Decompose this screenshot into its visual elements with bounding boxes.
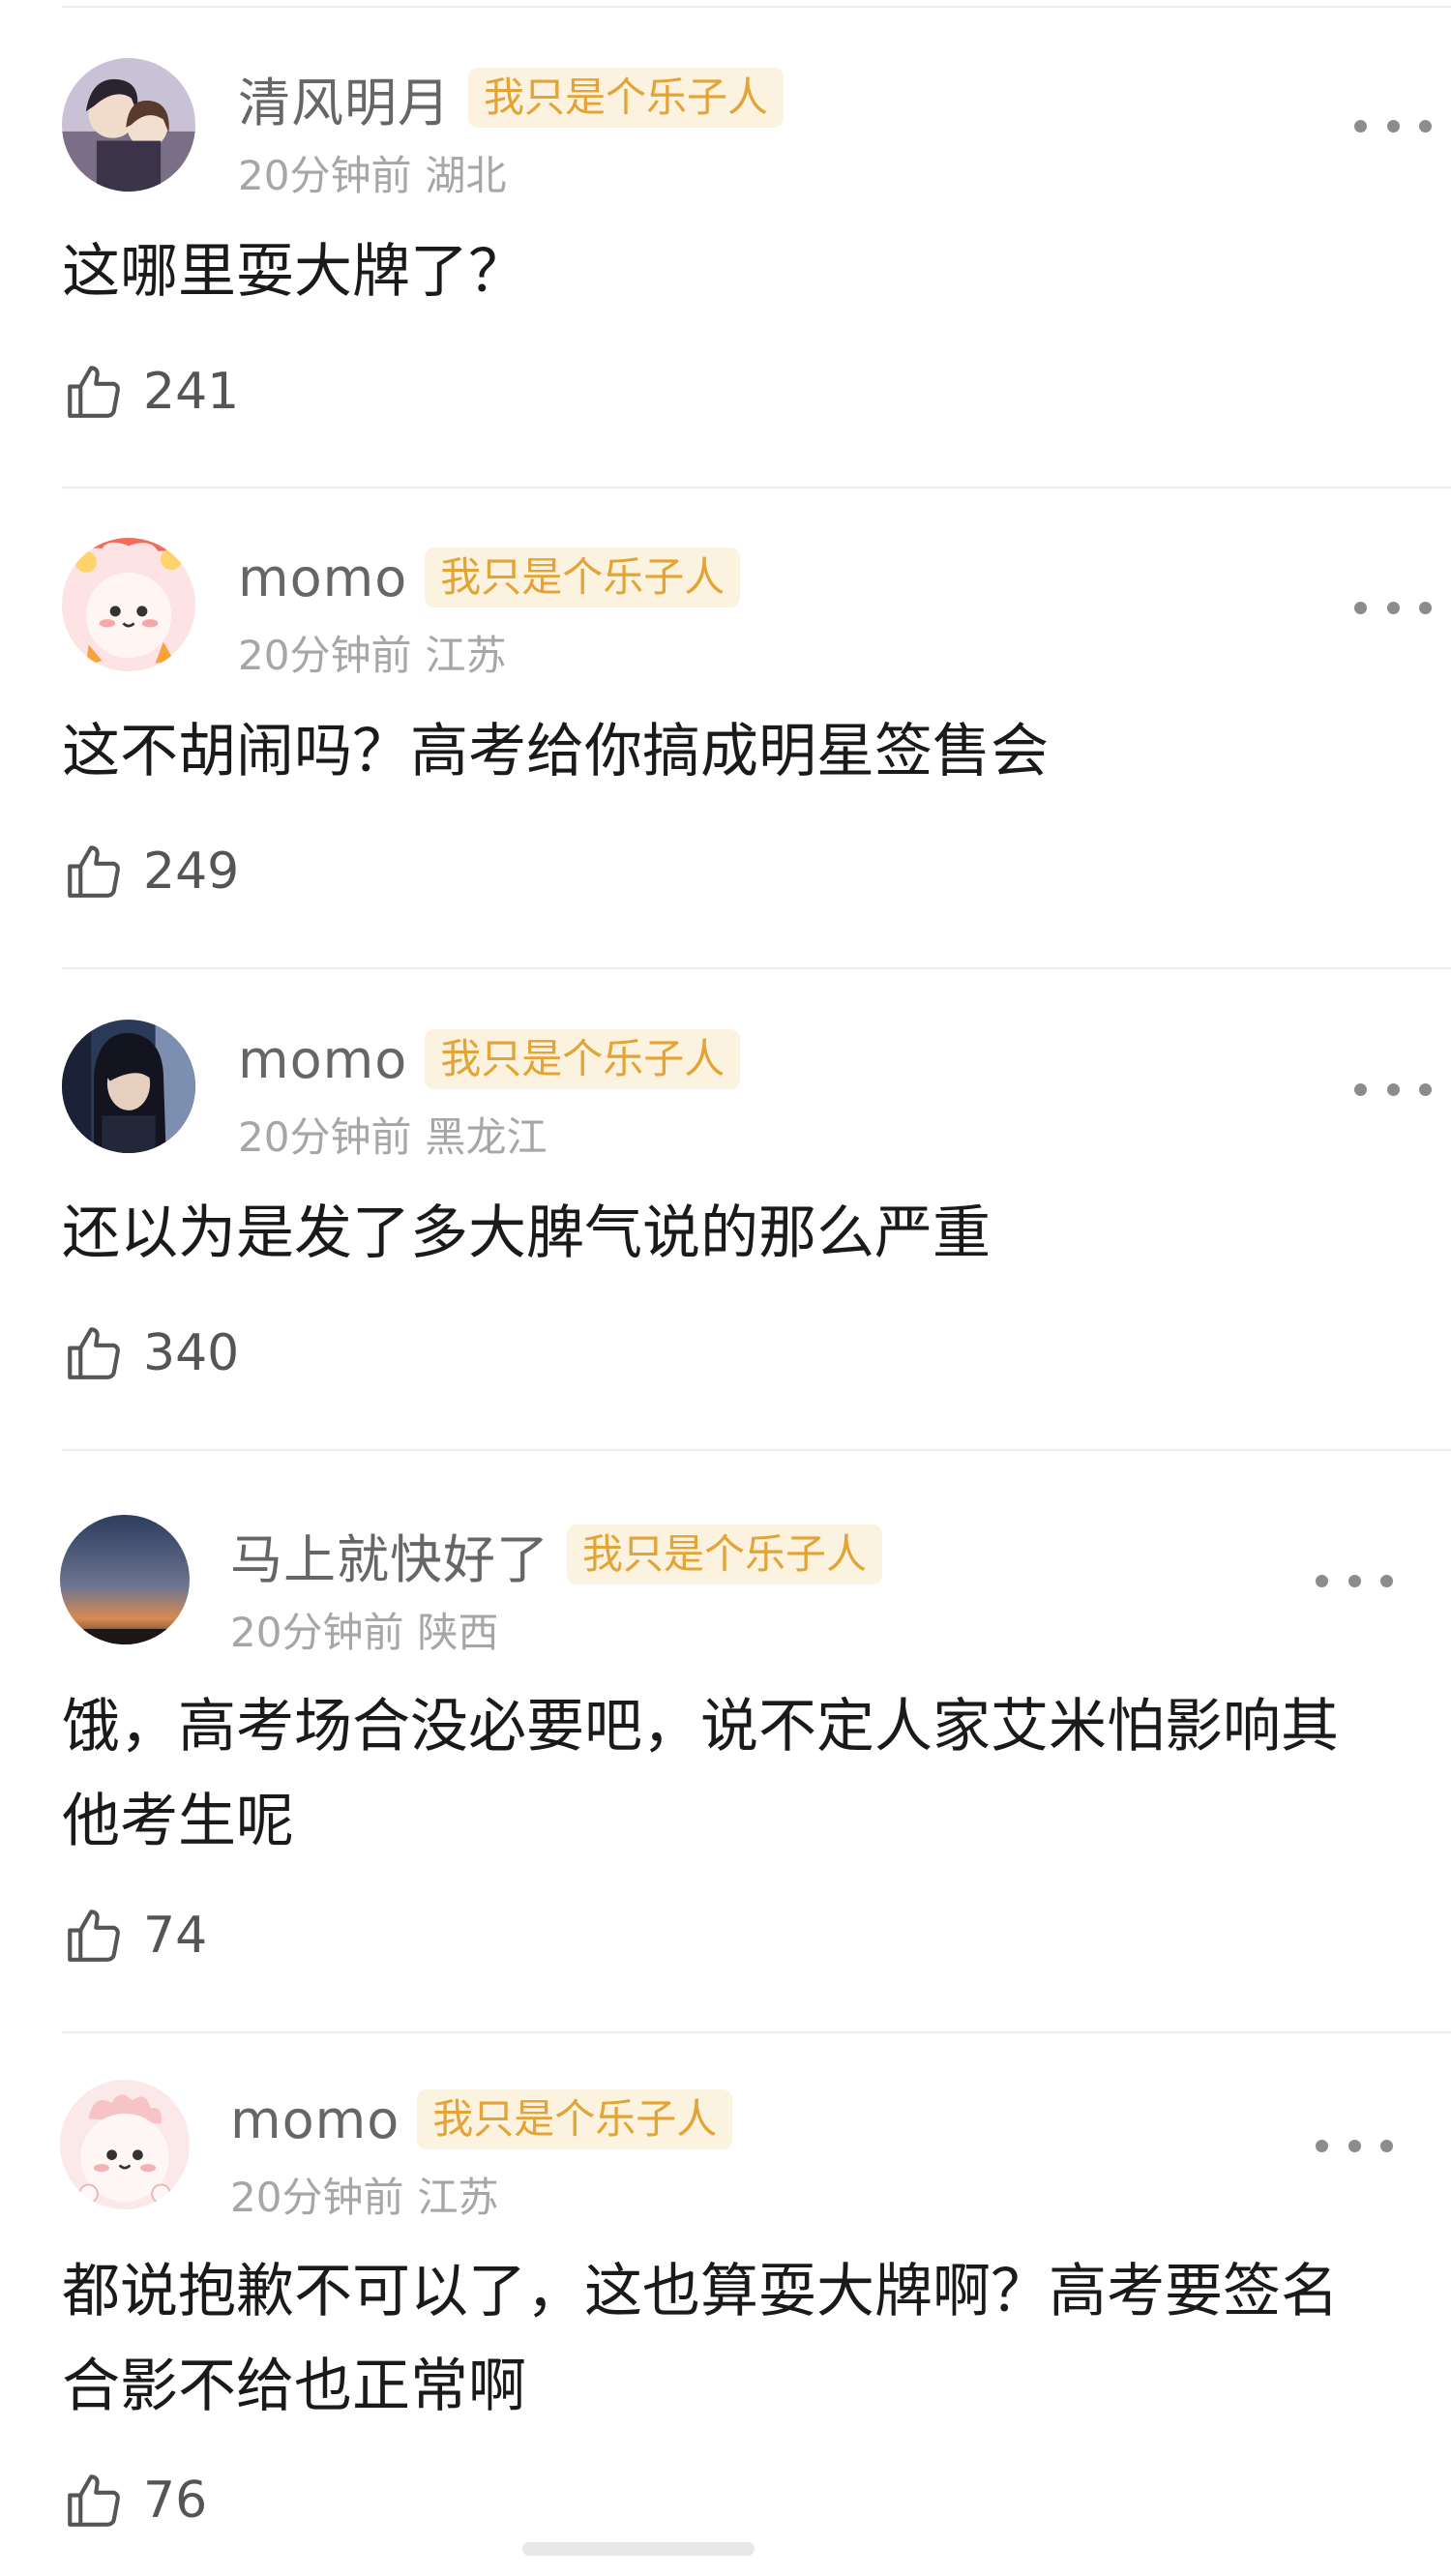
comment-time: 20分钟前 <box>230 2174 404 2221</box>
comment-time: 20分钟前 <box>230 1609 404 1656</box>
avatar[interactable] <box>60 1515 190 1644</box>
more-dots-icon[interactable] <box>1354 588 1432 627</box>
more-dots-icon[interactable] <box>1316 1561 1393 1600</box>
like-count: 249 <box>143 843 240 901</box>
like-button[interactable]: 249 <box>62 840 239 903</box>
username[interactable]: momo <box>230 2089 400 2150</box>
name-row: momo 我只是个乐子人 <box>238 1027 741 1091</box>
comment-meta: 20分钟前 陕西 <box>230 1600 498 1659</box>
like-count: 76 <box>143 2472 208 2530</box>
comment-location: 江苏 <box>425 632 507 679</box>
avatar[interactable] <box>62 538 195 671</box>
comment-location: 江苏 <box>417 2174 499 2221</box>
comment-text: 这哪里耍大牌了？ <box>62 238 526 306</box>
username[interactable]: 马上就快好了 <box>230 1517 549 1593</box>
thumbs-up-icon <box>62 840 126 903</box>
user-badge: 我只是个乐子人 <box>567 1525 883 1584</box>
comment-divider <box>62 487 1451 489</box>
top-divider <box>62 6 1451 8</box>
user-badge: 我只是个乐子人 <box>468 68 785 128</box>
comment-location: 陕西 <box>417 1609 499 1656</box>
comment-meta: 20分钟前 江苏 <box>238 623 506 682</box>
thumbs-up-icon <box>62 1904 126 1968</box>
comment-meta: 20分钟前 黑龙江 <box>238 1105 547 1164</box>
name-row: momo 我只是个乐子人 <box>238 546 741 609</box>
like-count: 74 <box>143 1907 208 1965</box>
username[interactable]: momo <box>238 548 407 608</box>
comment-divider <box>62 1449 1451 1451</box>
comment-divider <box>62 967 1451 969</box>
comment-meta: 20分钟前 湖北 <box>238 143 506 202</box>
name-row: 清风明月 我只是个乐子人 <box>238 66 785 133</box>
user-badge: 我只是个乐子人 <box>425 548 741 607</box>
comment-text: 这不胡闹吗？高考给你搞成明星签售会 <box>62 718 1049 785</box>
like-button[interactable]: 241 <box>62 360 239 424</box>
comment-text: 饿，高考场合没必要吧，说不定人家艾米怕影响其他考生呢 <box>62 1693 1339 1855</box>
comment-time: 20分钟前 <box>238 152 412 199</box>
like-button[interactable]: 74 <box>62 1904 207 1968</box>
like-button[interactable]: 340 <box>62 1321 239 1385</box>
home-indicator <box>522 2542 755 2556</box>
avatar[interactable] <box>62 1020 195 1153</box>
avatar[interactable] <box>60 2080 190 2209</box>
comment-location: 黑龙江 <box>425 1113 548 1161</box>
comment-location: 湖北 <box>425 152 507 199</box>
username[interactable]: momo <box>238 1029 407 1090</box>
like-count: 241 <box>143 363 240 421</box>
more-dots-icon[interactable] <box>1354 1070 1432 1109</box>
comment-divider <box>62 2031 1451 2033</box>
thumbs-up-icon <box>62 360 126 424</box>
username[interactable]: 清风明月 <box>238 60 451 136</box>
comment-time: 20分钟前 <box>238 1113 412 1161</box>
comment-text: 还以为是发了多大脾气说的那么严重 <box>62 1199 991 1267</box>
user-badge: 我只是个乐子人 <box>425 1029 741 1089</box>
comment-time: 20分钟前 <box>238 632 412 679</box>
more-dots-icon[interactable] <box>1316 2126 1393 2165</box>
like-count: 340 <box>143 1324 240 1382</box>
name-row: 马上就快好了 我只是个乐子人 <box>230 1523 883 1590</box>
avatar[interactable] <box>62 58 195 192</box>
name-row: momo 我只是个乐子人 <box>230 2087 733 2151</box>
user-badge: 我只是个乐子人 <box>417 2089 733 2149</box>
like-button[interactable]: 76 <box>62 2469 207 2532</box>
comment-text: 都说抱歉不可以了，这也算耍大牌啊？高考要签名合影不给也正常啊 <box>62 2258 1339 2420</box>
thumbs-up-icon <box>62 1321 126 1385</box>
more-dots-icon[interactable] <box>1354 106 1432 145</box>
comment-meta: 20分钟前 江苏 <box>230 2165 498 2224</box>
thumbs-up-icon <box>62 2469 126 2532</box>
